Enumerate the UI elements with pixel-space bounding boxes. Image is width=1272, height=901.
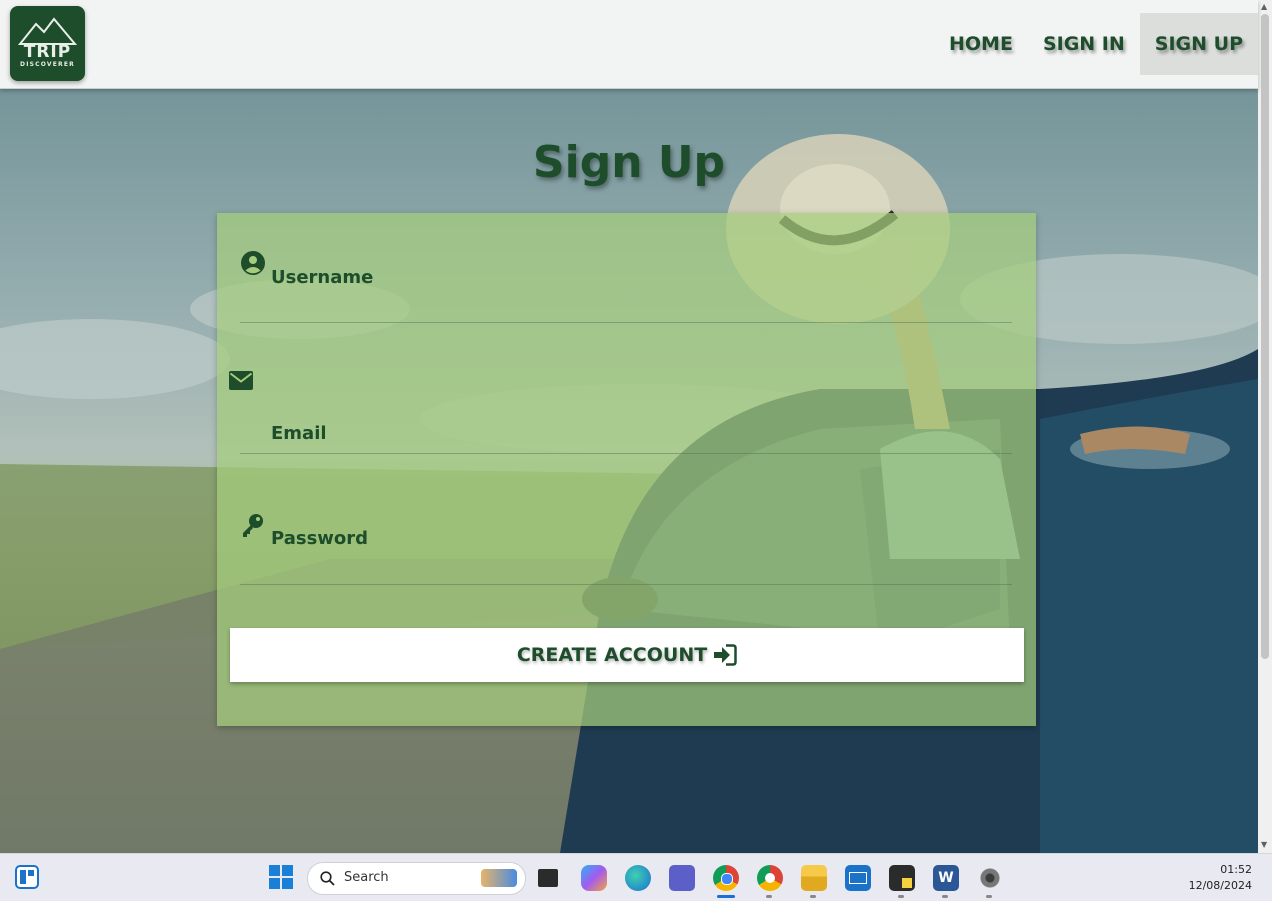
sticky-notes-icon[interactable] <box>889 865 915 891</box>
settings-icon[interactable] <box>977 865 1003 891</box>
scroll-down-arrow[interactable]: ▼ <box>1261 840 1267 849</box>
password-label: Password <box>271 528 369 549</box>
widgets-icon[interactable] <box>15 865 39 889</box>
nav-sign-up[interactable]: SIGN UP <box>1139 13 1258 75</box>
sticky-notes-indicator <box>898 895 904 898</box>
task-view-icon[interactable] <box>538 869 558 887</box>
chrome-icon[interactable] <box>713 865 739 891</box>
password-underline <box>240 584 1012 585</box>
create-account-button[interactable]: CREATE ACCOUNT <box>230 628 1024 682</box>
user-circle-icon <box>241 251 265 275</box>
username-label: Username <box>271 267 374 288</box>
search-icon <box>320 871 335 886</box>
password-input[interactable] <box>271 555 1012 581</box>
nav-sign-in[interactable]: SIGN IN <box>1028 13 1140 75</box>
taskbar-search-placeholder: Search <box>344 870 389 885</box>
mail-icon[interactable] <box>845 865 871 891</box>
word-indicator <box>942 895 948 898</box>
page-title: Sign Up <box>532 137 726 188</box>
logo-text-discoverer: DISCOVERER <box>20 61 75 68</box>
page-scrollbar[interactable]: ▲ ▼ <box>1258 0 1272 853</box>
signup-form: Username Email Password CREATE ACCOUNT <box>217 213 1036 726</box>
envelope-icon <box>229 371 253 390</box>
logo-text-trip: TRIP <box>23 42 72 62</box>
trip-discoverer-logo[interactable]: TRIP DISCOVERER <box>10 6 85 81</box>
scroll-up-arrow[interactable]: ▲ <box>1261 2 1267 11</box>
file-explorer-icon[interactable] <box>801 865 827 891</box>
teams-icon[interactable] <box>669 865 695 891</box>
settings-indicator <box>986 895 992 898</box>
start-icon[interactable] <box>269 865 293 889</box>
email-underline <box>240 453 1012 454</box>
windows-taskbar: Search W 01:52 12/08/2024 <box>0 853 1272 901</box>
username-field[interactable]: Username <box>240 249 1012 323</box>
username-underline <box>240 322 1012 323</box>
top-navbar: TRIP DISCOVERER HOME SIGN IN SIGN UP <box>0 0 1258 89</box>
email-field[interactable]: Email <box>229 363 1012 454</box>
create-account-label: CREATE ACCOUNT <box>516 644 708 666</box>
key-icon <box>243 514 263 537</box>
edge-icon[interactable] <box>625 865 651 891</box>
email-label: Email <box>271 423 327 444</box>
sign-in-icon <box>714 644 737 666</box>
email-input[interactable] <box>271 393 1012 419</box>
chrome-profile-indicator <box>766 895 772 898</box>
main-nav: HOME SIGN IN SIGN UP <box>934 13 1258 75</box>
clock-date: 12/08/2024 <box>1188 879 1252 892</box>
chrome-profile-icon[interactable] <box>757 865 783 891</box>
hero-background: Sign Up Username Email Password CREATE A… <box>0 89 1258 853</box>
chrome-active-indicator <box>717 895 735 898</box>
username-input[interactable] <box>271 293 1012 319</box>
system-clock[interactable]: 01:52 12/08/2024 <box>1189 862 1252 894</box>
copilot-icon[interactable] <box>581 865 607 891</box>
taskbar-search[interactable]: Search <box>307 862 526 895</box>
nav-home[interactable]: HOME <box>934 13 1028 75</box>
clock-time: 01:52 <box>1220 863 1252 876</box>
password-field[interactable]: Password <box>240 513 1012 585</box>
search-highlight-icon <box>481 869 517 887</box>
scrollbar-thumb[interactable] <box>1261 14 1269 659</box>
file-explorer-indicator <box>810 895 816 898</box>
word-icon[interactable]: W <box>933 865 959 891</box>
